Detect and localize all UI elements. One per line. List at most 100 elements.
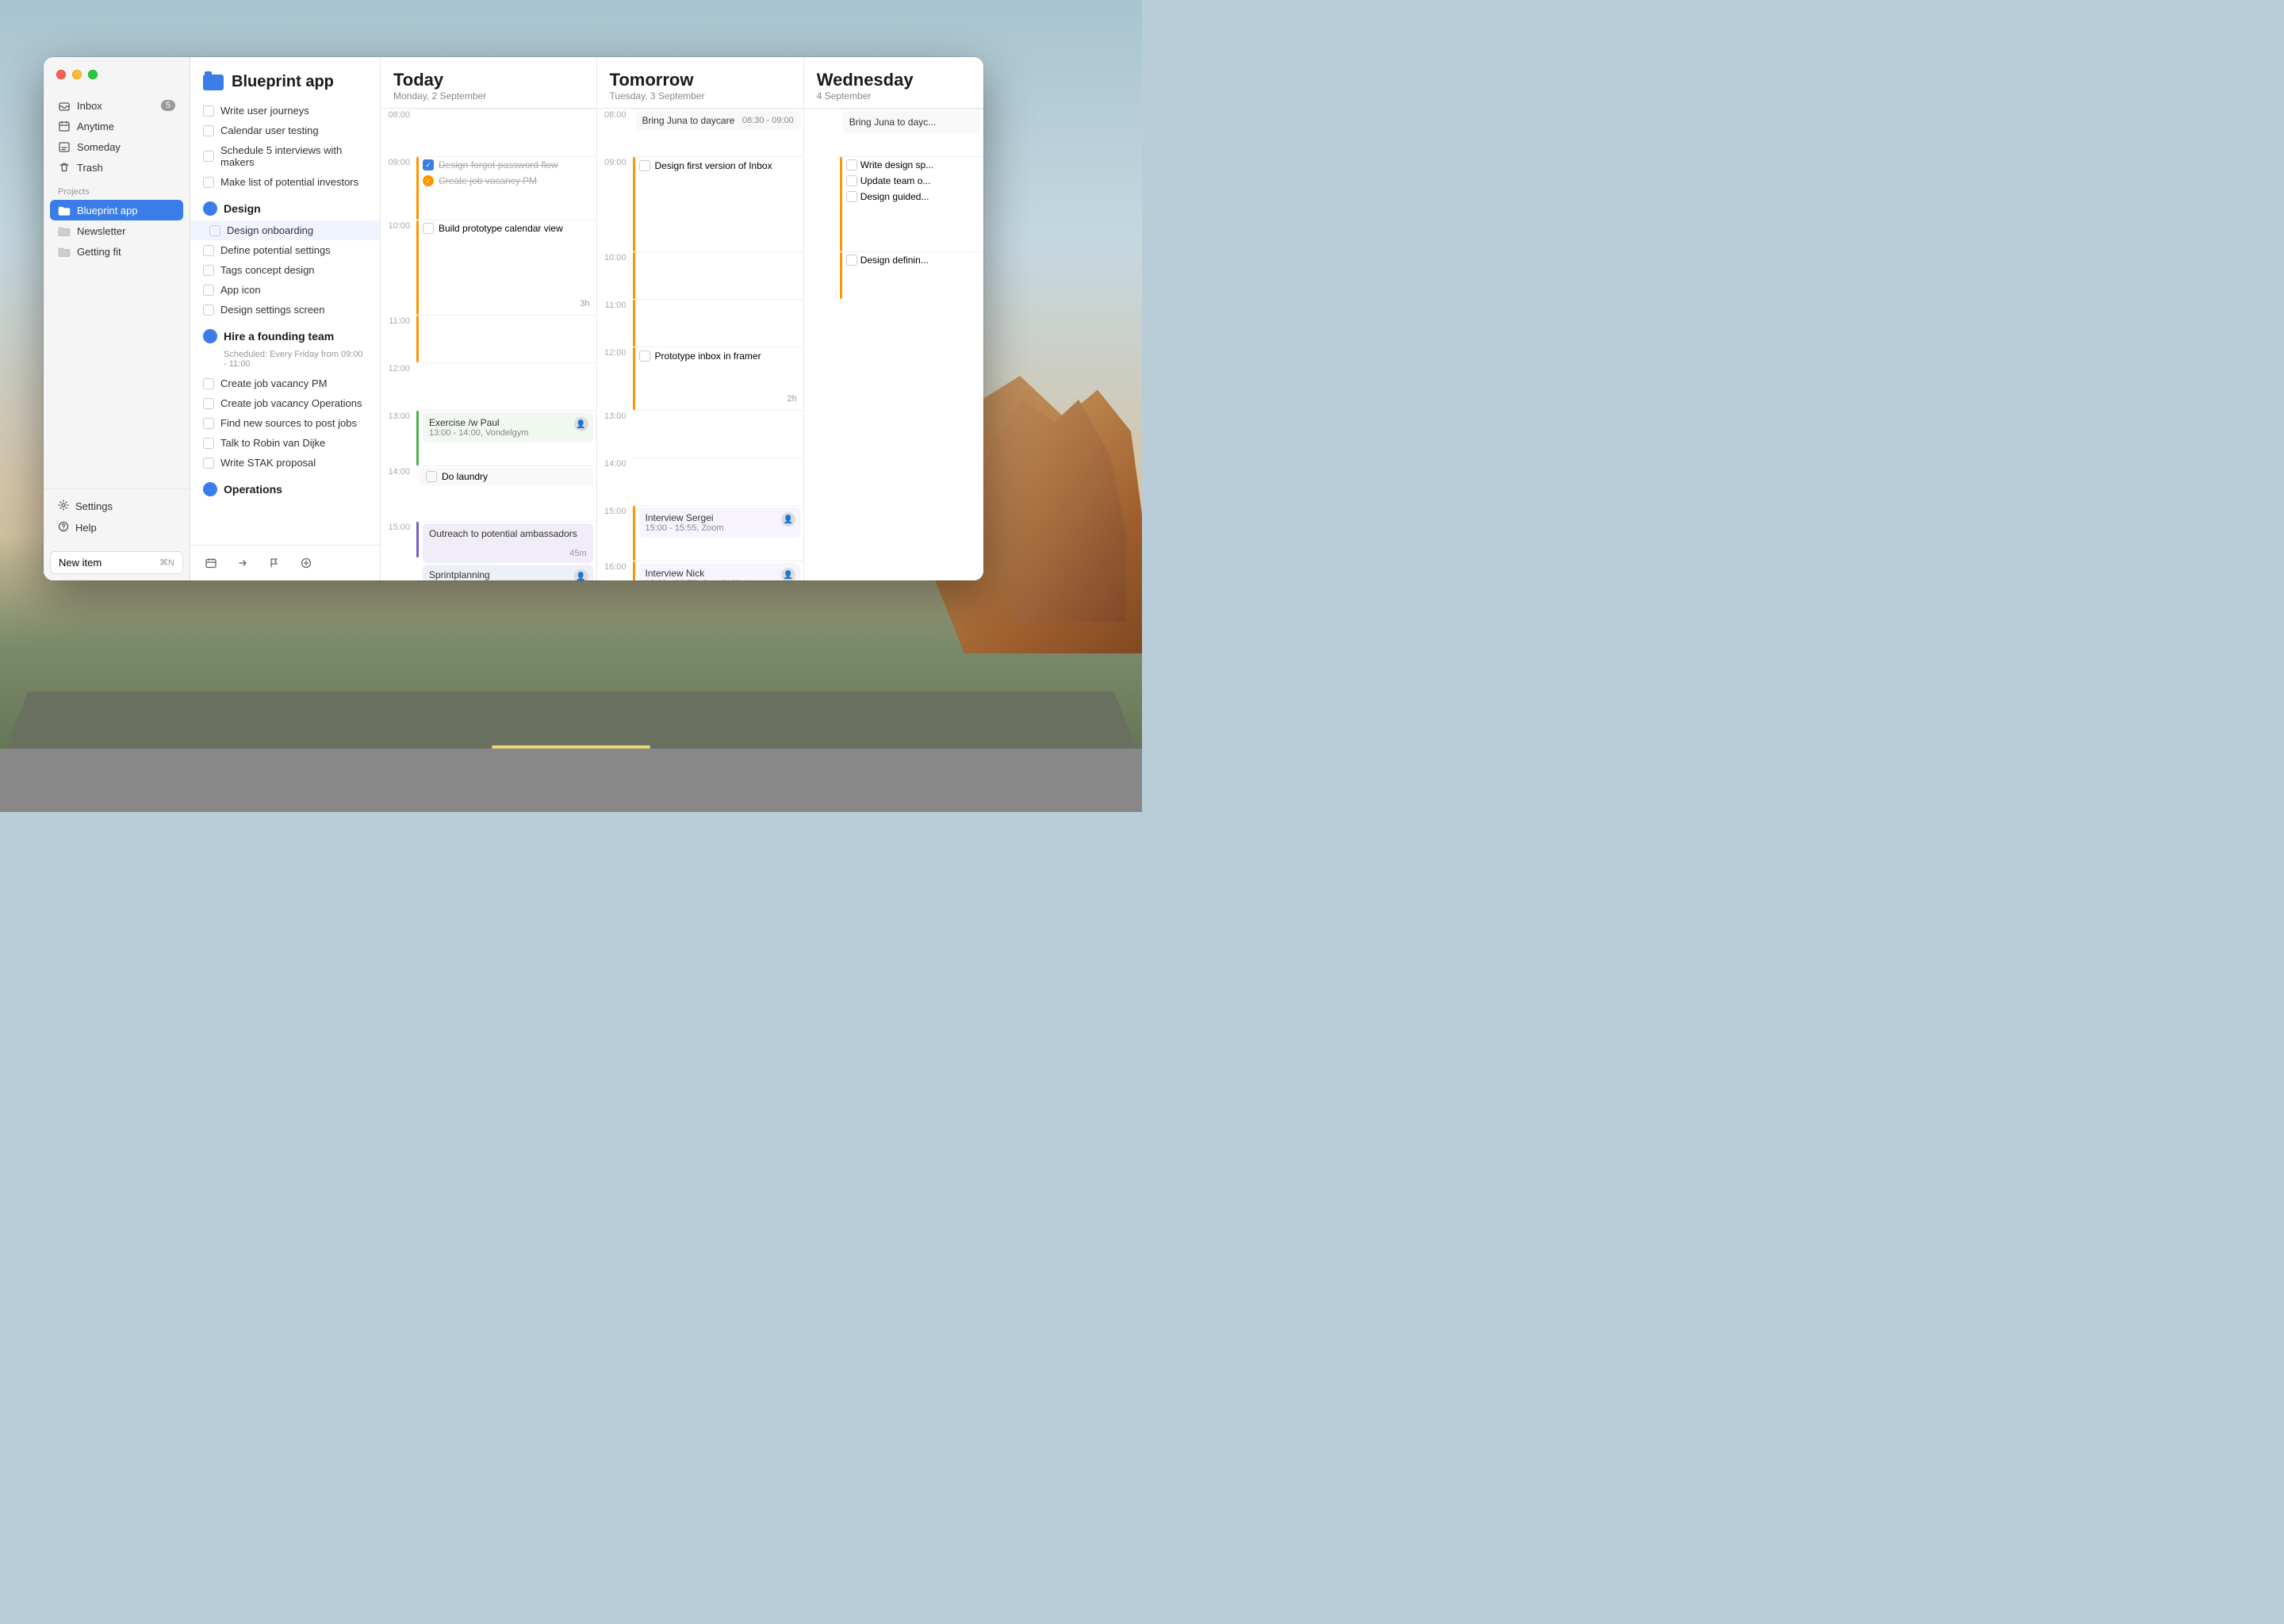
getting-fit-label: Getting fit bbox=[77, 246, 121, 258]
event-avatar: 👤 bbox=[781, 568, 795, 580]
task-build-prototype[interactable]: Build prototype calendar view bbox=[416, 220, 596, 236]
task-checkbox[interactable] bbox=[203, 105, 214, 117]
someday-icon bbox=[58, 140, 71, 153]
minimize-button[interactable] bbox=[72, 70, 82, 79]
task-create-job-operations[interactable]: Create job vacancy Operations bbox=[190, 393, 380, 413]
task-create-vacancy-pm[interactable]: ✓ Create job vacancy PM bbox=[416, 173, 596, 189]
sidebar-item-blueprint[interactable]: Blueprint app bbox=[50, 200, 183, 220]
task-create-job-pm[interactable]: Create job vacancy PM bbox=[190, 373, 380, 393]
task-checkbox[interactable] bbox=[209, 225, 220, 236]
task-checkbox[interactable] bbox=[203, 438, 214, 449]
time-label-13-tmr: 13:00 bbox=[597, 410, 633, 458]
task-checkbox[interactable] bbox=[203, 304, 214, 316]
section-hire[interactable]: Hire a founding team bbox=[190, 320, 380, 348]
task-checkbox[interactable] bbox=[846, 175, 857, 186]
sprintplanning-event[interactable]: Sprintplanning 15:45 - 16:45 👤 bbox=[423, 565, 593, 580]
task-checkbox[interactable] bbox=[203, 125, 214, 136]
event-title: Interview Sergei bbox=[646, 512, 794, 523]
help-icon bbox=[58, 521, 69, 534]
time-content-15-tmr: Interview Sergei 15:00 - 15:55, Zoom 👤 bbox=[633, 505, 803, 561]
time-slot-11-tmr: 11:00 bbox=[597, 299, 803, 347]
task-calendar-user-testing[interactable]: Calendar user testing bbox=[190, 121, 380, 140]
task-checkbox[interactable] bbox=[203, 177, 214, 188]
arrow-toolbar-btn[interactable] bbox=[232, 552, 254, 574]
time-slot-13: 13:00 Exercise /w Paul 13:00 - 14:00, Vo… bbox=[381, 410, 596, 465]
event-subtitle: 13:00 - 14:00, Vondelgym bbox=[429, 428, 587, 438]
time-content-12-tmr: Prototype inbox in framer 2h bbox=[633, 347, 803, 410]
task-checkbox[interactable] bbox=[426, 471, 437, 482]
task-potential-investors[interactable]: Make list of potential investors bbox=[190, 172, 380, 192]
task-write-user-journeys[interactable]: Write user journeys bbox=[190, 101, 380, 121]
new-item-button[interactable]: New item ⌘N bbox=[50, 551, 183, 574]
sidebar-item-anytime[interactable]: Anytime bbox=[50, 116, 183, 136]
anytime-label: Anytime bbox=[77, 121, 114, 132]
task-checkbox[interactable] bbox=[203, 151, 214, 162]
sidebar-item-someday[interactable]: Someday bbox=[50, 136, 183, 157]
task-prototype-inbox[interactable]: Prototype inbox in framer bbox=[633, 347, 803, 365]
task-update-team[interactable]: Update team o... bbox=[840, 173, 983, 189]
time-content-10: Build prototype calendar view 3h bbox=[416, 220, 596, 315]
task-define-potential-settings[interactable]: Define potential settings bbox=[190, 240, 380, 260]
task-checkbox[interactable] bbox=[423, 223, 434, 234]
task-checkbox[interactable] bbox=[203, 398, 214, 409]
bring-juna-event[interactable]: Bring Juna to daycare 08:30 - 09:00 bbox=[636, 111, 800, 130]
task-talk-robin[interactable]: Talk to Robin van Dijke bbox=[190, 433, 380, 453]
sidebar-item-help[interactable]: Help bbox=[50, 517, 183, 538]
sidebar-item-getting-fit[interactable]: Getting fit bbox=[50, 241, 183, 262]
close-button[interactable] bbox=[56, 70, 66, 79]
task-label: Design onboarding bbox=[227, 224, 313, 236]
new-item-shortcut: ⌘N bbox=[159, 557, 174, 568]
task-design-guided[interactable]: Design guided... bbox=[840, 189, 983, 205]
task-design-settings-screen[interactable]: Design settings screen bbox=[190, 300, 380, 320]
task-checkbox[interactable] bbox=[846, 191, 857, 202]
event-title: Bring Juna to dayc... bbox=[849, 117, 936, 128]
interview-nick-event[interactable]: Interview Nick 16:00 - 16:55, Google Mee… bbox=[639, 563, 800, 580]
flag-toolbar-btn[interactable] bbox=[263, 552, 286, 574]
projects-section-label: Projects bbox=[44, 178, 190, 200]
task-checkbox[interactable] bbox=[203, 418, 214, 429]
task-checkbox[interactable] bbox=[639, 350, 650, 362]
task-label: Design first version of Inbox bbox=[655, 160, 772, 171]
task-write-stak[interactable]: Write STAK proposal bbox=[190, 453, 380, 473]
task-do-laundry[interactable]: Do laundry bbox=[420, 468, 593, 485]
task-forgot-password[interactable]: ✓ Design forgot password flow bbox=[416, 157, 596, 173]
sidebar-item-inbox[interactable]: Inbox 5 bbox=[50, 95, 183, 116]
time-slot-12: 12:00 bbox=[381, 362, 596, 410]
task-checkbox[interactable] bbox=[203, 285, 214, 296]
task-checkbox[interactable] bbox=[203, 458, 214, 469]
task-checkbox[interactable] bbox=[203, 378, 214, 389]
task-checkbox[interactable] bbox=[846, 159, 857, 170]
task-app-icon[interactable]: App icon bbox=[190, 280, 380, 300]
section-design[interactable]: Design bbox=[190, 192, 380, 220]
section-design-onboarding[interactable]: Design onboarding bbox=[190, 220, 380, 240]
task-checkbox[interactable] bbox=[203, 245, 214, 256]
sidebar-item-trash[interactable]: Trash bbox=[50, 157, 183, 178]
task-label: Design guided... bbox=[860, 191, 929, 202]
blueprint-folder-icon bbox=[58, 204, 71, 216]
sidebar-item-newsletter[interactable]: Newsletter bbox=[50, 220, 183, 241]
duration-label: 3h bbox=[580, 299, 589, 308]
task-write-design-sp[interactable]: Write design sp... bbox=[840, 157, 983, 173]
task-find-sources[interactable]: Find new sources to post jobs bbox=[190, 413, 380, 433]
calendar-toolbar-btn[interactable] bbox=[200, 552, 222, 574]
section-operations[interactable]: Operations bbox=[190, 473, 380, 501]
task-checkbox[interactable] bbox=[846, 255, 857, 266]
task-design-defining[interactable]: Design definin... bbox=[840, 252, 983, 268]
time-slot-8-tmr: 08:00 Bring Juna to daycare 08:30 - 09:0… bbox=[597, 109, 803, 156]
interview-sergei-event[interactable]: Interview Sergei 15:00 - 15:55, Zoom 👤 bbox=[639, 508, 800, 538]
task-label: Talk to Robin van Dijke bbox=[220, 437, 325, 449]
exercise-event[interactable]: Exercise /w Paul 13:00 - 14:00, Vondelgy… bbox=[423, 412, 593, 442]
time-content-14-tmr bbox=[633, 458, 803, 505]
task-tags-concept-design[interactable]: Tags concept design bbox=[190, 260, 380, 280]
task-design-inbox[interactable]: Design first version of Inbox bbox=[633, 157, 803, 174]
sidebar-item-settings[interactable]: Settings bbox=[50, 496, 183, 517]
bring-juna-wed-event[interactable]: Bring Juna to dayc... bbox=[843, 111, 980, 133]
outreach-event[interactable]: Outreach to potential ambassadors 45m bbox=[423, 523, 593, 563]
maximize-button[interactable] bbox=[88, 70, 98, 79]
add-toolbar-btn[interactable] bbox=[295, 552, 317, 574]
task-checkbox[interactable] bbox=[639, 160, 650, 171]
task-schedule-interviews[interactable]: Schedule 5 interviews with makers bbox=[190, 140, 380, 172]
today-header: Today Monday, 2 September bbox=[381, 57, 596, 109]
task-checkbox[interactable] bbox=[203, 265, 214, 276]
today-date: Monday, 2 September bbox=[393, 90, 584, 102]
